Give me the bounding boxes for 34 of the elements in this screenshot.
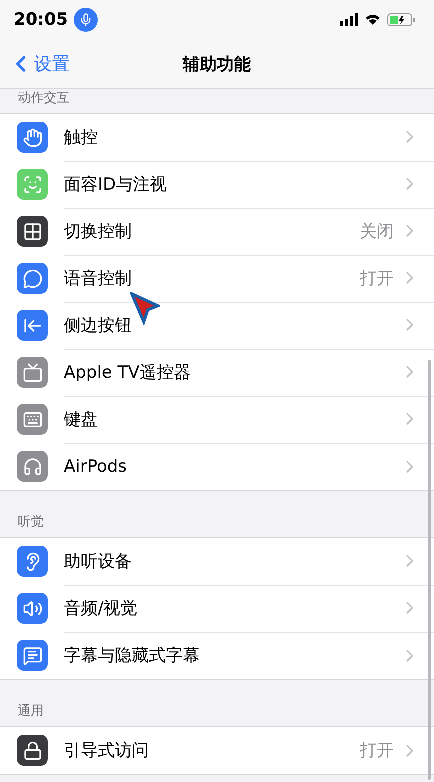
row-label: 键盘 <box>64 408 99 430</box>
settings-row[interactable]: 助听设备 <box>0 538 434 585</box>
row-label: 音频/视觉 <box>64 598 139 620</box>
settings-row[interactable]: 音频/视觉 <box>0 585 434 632</box>
row-label: 触控 <box>64 126 99 148</box>
settings-row[interactable]: 引导式访问 打开 <box>0 727 434 774</box>
back-button[interactable]: 设置 <box>8 51 183 77</box>
settings-row[interactable]: 字幕与隐藏式字幕 <box>0 632 434 679</box>
row-label: 字幕与隐藏式字幕 <box>64 645 201 667</box>
settings-row[interactable]: AirPods <box>0 443 434 490</box>
section-header: 通用 <box>17 703 45 721</box>
settings-row[interactable]: 切换控制 关闭 <box>0 208 434 255</box>
row-label: 面容ID与注视 <box>64 174 168 196</box>
row-value: 打开 <box>360 740 394 762</box>
row-label: 语音控制 <box>64 268 133 290</box>
settings-row[interactable]: 触控 <box>0 114 434 161</box>
row-label: 侧边按钮 <box>64 314 133 336</box>
row-label: Apple TV遥控器 <box>64 362 192 384</box>
section-header: 听觉 <box>17 514 45 532</box>
page-title: 辅助功能 <box>183 54 251 76</box>
settings-row[interactable]: Apple TV遥控器 <box>0 349 434 396</box>
settings-row[interactable]: 面容ID与注视 <box>0 161 434 208</box>
row-value: 关闭 <box>360 220 394 242</box>
row-label: AirPods <box>64 456 128 476</box>
settings-row[interactable]: 语音控制 打开 <box>0 255 434 302</box>
status-time: 20:05 <box>14 10 68 30</box>
section-header: 动作交互 <box>17 90 71 108</box>
row-label: 引导式访问 <box>64 740 150 762</box>
row-label: 助听设备 <box>64 550 133 572</box>
row-value: 打开 <box>360 268 394 290</box>
microphone-icon <box>74 8 98 32</box>
cursor-icon <box>130 292 160 326</box>
settings-row[interactable]: 键盘 <box>0 396 434 443</box>
row-label: 切换控制 <box>64 220 133 242</box>
